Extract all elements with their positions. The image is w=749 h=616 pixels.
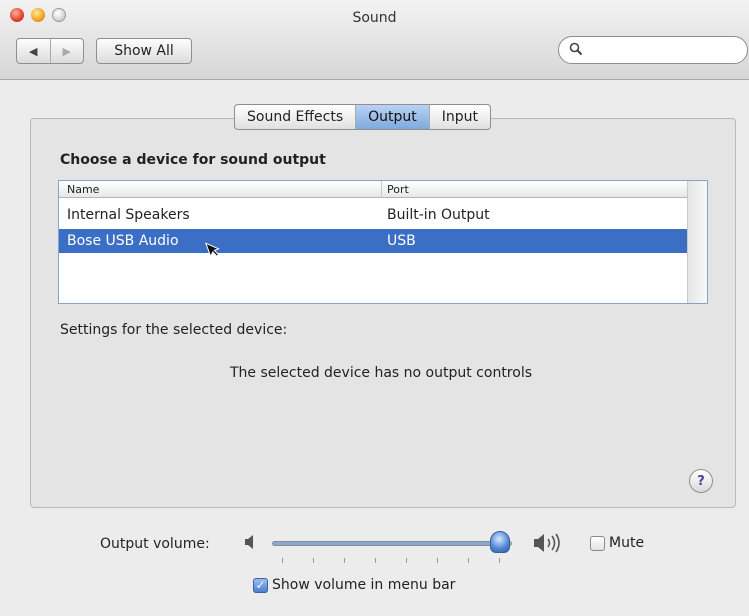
forward-button[interactable]: ▶: [51, 39, 84, 63]
volume-tick: [406, 558, 407, 563]
volume-tick: [375, 558, 376, 563]
window-toolbar: Sound ◀ ▶ Show All: [0, 0, 749, 80]
volume-tick: [468, 558, 469, 563]
choose-device-heading: Choose a device for sound output: [60, 152, 326, 168]
table-header: Name Port: [59, 181, 687, 198]
window-title: Sound: [352, 10, 397, 26]
mute-checkbox[interactable]: Mute: [590, 535, 644, 551]
mute-label: Mute: [609, 535, 645, 551]
settings-heading: Settings for the selected device:: [60, 322, 288, 338]
device-port: USB: [387, 233, 416, 249]
navigation-buttons: ◀ ▶: [16, 38, 84, 64]
volume-tick: [282, 558, 283, 563]
speaker-low-icon: [244, 534, 258, 554]
help-button[interactable]: ?: [689, 469, 713, 493]
show-all-button[interactable]: Show All: [96, 38, 192, 64]
help-icon: ?: [697, 473, 705, 489]
output-volume-label: Output volume:: [100, 536, 210, 552]
volume-ticks: [282, 558, 502, 564]
no-controls-message: The selected device has no output contro…: [230, 365, 533, 381]
volume-slider-thumb[interactable]: [490, 531, 510, 553]
table-scrollbar[interactable]: [687, 181, 707, 303]
tab-sound-effects[interactable]: Sound Effects: [235, 105, 357, 129]
checkmark-icon[interactable]: ✓: [253, 577, 268, 593]
show-volume-checkbox[interactable]: ✓ Show volume in menu bar: [253, 577, 455, 593]
search-field[interactable]: [558, 36, 748, 64]
search-icon: [569, 42, 583, 60]
tab-input[interactable]: Input: [430, 105, 490, 129]
column-header-port[interactable]: Port: [387, 183, 409, 196]
tab-output[interactable]: Output: [356, 105, 430, 129]
show-volume-label: Show volume in menu bar: [272, 577, 456, 593]
volume-tick: [437, 558, 438, 563]
table-row[interactable]: Internal Speakers Built-in Output: [59, 203, 687, 227]
output-device-table: Name Port Internal Speakers Built-in Out…: [58, 180, 708, 304]
back-arrow-icon: ◀: [29, 44, 38, 58]
output-pane: [30, 118, 736, 508]
forward-arrow-icon: ▶: [62, 44, 71, 58]
volume-tick: [313, 558, 314, 563]
tab-bar: Sound Effects Output Input: [234, 104, 492, 130]
column-divider: [381, 181, 382, 198]
device-port: Built-in Output: [387, 207, 490, 223]
volume-slider-track[interactable]: [272, 541, 512, 546]
table-row-selected[interactable]: Bose USB Audio USB: [59, 229, 687, 253]
column-header-name[interactable]: Name: [67, 183, 99, 196]
volume-tick: [344, 558, 345, 563]
back-button[interactable]: ◀: [17, 39, 51, 63]
speaker-high-icon: [533, 533, 563, 558]
volume-slider-fill: [273, 542, 500, 545]
device-name: Internal Speakers: [67, 207, 190, 223]
checkbox-icon[interactable]: [590, 535, 605, 551]
device-name: Bose USB Audio: [67, 233, 179, 249]
volume-tick: [499, 558, 500, 563]
